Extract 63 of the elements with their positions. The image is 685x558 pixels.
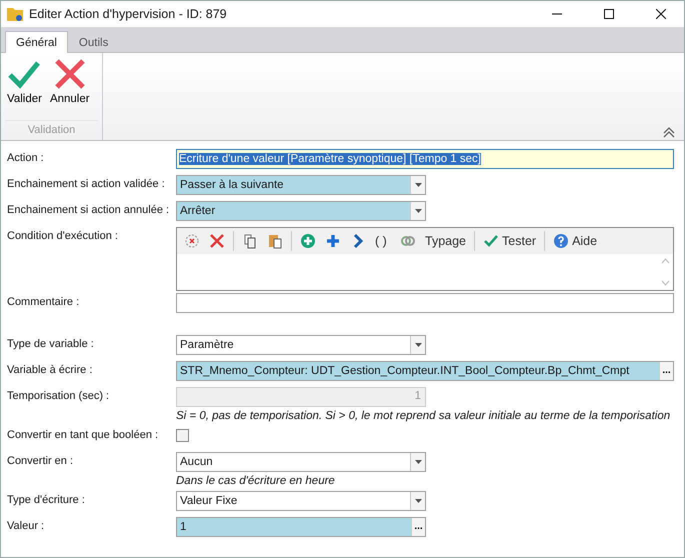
ribbon-tab[interactable]: Outils xyxy=(68,31,120,53)
collapse-ribbon-button[interactable] xyxy=(662,126,676,138)
window-title: Editer Action d'hypervision - ID: 879 xyxy=(29,7,228,21)
caret-icon xyxy=(414,460,422,464)
hint-text: Dans le cas d'écriture en heure xyxy=(176,474,336,489)
field-label: Enchainement si action validée : xyxy=(7,177,166,190)
close-icon xyxy=(656,9,666,19)
typage-button[interactable]: Typage xyxy=(422,230,470,252)
close-icon xyxy=(54,59,86,89)
copy-icon xyxy=(242,233,258,249)
field-label: Convertir en : xyxy=(7,454,74,467)
clear-icon xyxy=(184,233,200,249)
dropdown-arrow-button[interactable] xyxy=(410,336,425,354)
validate-button[interactable]: Valider xyxy=(5,57,44,120)
browse-button[interactable]: ... xyxy=(411,518,425,536)
hint-text: Si = 0, pas de temporisation. Si > 0, le mot reprend sa valeur initiale au terme de la temporisation xyxy=(176,409,672,424)
dropdown-arrow-button[interactable] xyxy=(410,453,425,471)
dropdown[interactable]: Arrêter xyxy=(176,201,426,221)
text-field[interactable]: Ecriture d'une valeur [Paramètre synoptique] [Tempo 1 sec] xyxy=(176,149,674,169)
caret-icon xyxy=(414,499,422,503)
plus-icon xyxy=(325,233,341,249)
dropdown[interactable]: Passer à la suivante xyxy=(176,175,426,195)
close-icon xyxy=(209,233,225,249)
field-label: Temporisation (sec) : xyxy=(7,389,110,402)
text-field[interactable] xyxy=(176,293,674,313)
field-label: Variable à écrire : xyxy=(7,363,94,376)
rings-icon xyxy=(400,233,416,249)
dropdown[interactable]: Aucun xyxy=(176,452,426,472)
field-label: Type de variable : xyxy=(7,337,95,350)
field-label: Enchainement si action annulée : xyxy=(7,203,170,216)
plus-circle-icon xyxy=(300,233,316,249)
ribbon-tab[interactable]: Général xyxy=(5,31,68,53)
caret-icon xyxy=(414,343,422,347)
checkbox[interactable] xyxy=(176,429,189,442)
check-icon xyxy=(483,233,500,249)
field-label: Convertir en tant que booléen : xyxy=(7,428,160,441)
field-label: Valeur : xyxy=(7,519,46,532)
dropdown[interactable]: Paramètre xyxy=(176,335,426,355)
field-label: Type d'écriture : xyxy=(7,493,86,506)
paste-icon xyxy=(267,233,283,249)
check-icon xyxy=(7,59,42,89)
picker-field[interactable]: STR_Mnemo_Compteur: UDT_Gestion_Compteur.INT_Bool_Compteur.Bp_Chmt_Cmpt ... xyxy=(176,361,674,381)
field-label: Condition d'exécution : xyxy=(7,229,119,242)
condition-editor[interactable]: ( ) Typage Tester Aide xyxy=(176,227,674,291)
test-button[interactable]: Tester xyxy=(480,230,540,252)
folder-icon xyxy=(7,7,23,21)
chevron-up-icon xyxy=(662,126,676,138)
field-label: Action : xyxy=(7,151,45,164)
group-caption: Validation xyxy=(5,120,98,140)
caret-icon xyxy=(414,183,422,187)
help-button[interactable]: Aide xyxy=(550,230,600,252)
field-label: Commentaire : xyxy=(7,295,80,308)
dropdown-arrow-button[interactable] xyxy=(410,492,425,510)
picker-field[interactable]: 1 ... xyxy=(176,517,426,537)
help-icon xyxy=(553,233,570,249)
cancel-button[interactable]: Annuler xyxy=(48,57,92,120)
caret-icon xyxy=(414,209,422,213)
dropdown-arrow-button[interactable] xyxy=(410,202,425,220)
browse-button[interactable]: ... xyxy=(659,362,673,380)
dropdown-arrow-button[interactable] xyxy=(410,176,425,194)
maximize-icon xyxy=(604,9,614,19)
parentheses-button[interactable]: ( ) xyxy=(372,230,394,252)
dropdown[interactable]: Valeur Fixe xyxy=(176,491,426,511)
